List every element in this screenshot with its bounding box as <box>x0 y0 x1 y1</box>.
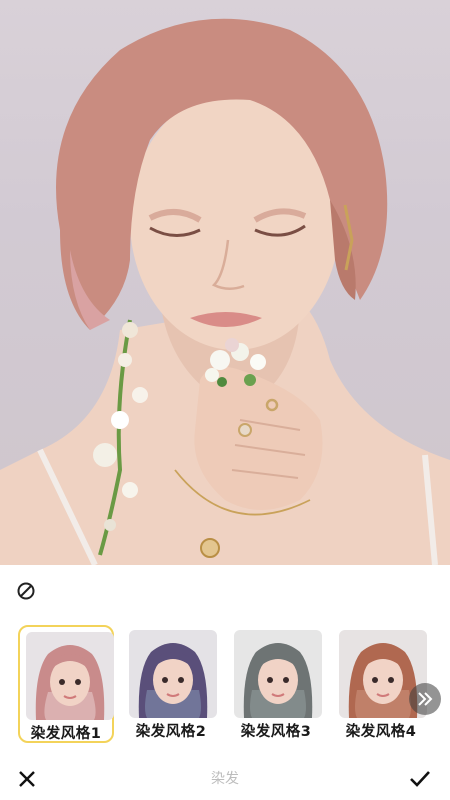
style-thumbnail <box>129 630 217 718</box>
style-label: 染发风格4 <box>345 724 417 740</box>
hair-dye-panel: 染发风格1 染发风格2 染发风格3 染发风格4 染发 <box>0 565 450 800</box>
style-card-2[interactable]: 染发风格2 <box>123 625 219 743</box>
style-label: 染发风格1 <box>30 726 102 742</box>
style-thumbnail <box>26 632 114 720</box>
portrait-image <box>0 18 450 565</box>
double-chevron-right-icon <box>418 692 433 706</box>
checkmark-icon <box>410 771 430 787</box>
no-effect-button[interactable] <box>16 581 36 601</box>
style-list: 染发风格1 染发风格2 染发风格3 染发风格4 <box>18 625 450 745</box>
photo-preview <box>0 0 450 565</box>
style-label: 染发风格2 <box>135 724 207 740</box>
more-styles-button[interactable] <box>409 683 441 715</box>
style-label: 染发风格3 <box>240 724 312 740</box>
no-effect-icon <box>17 582 35 600</box>
page-title: 染发 <box>211 771 239 787</box>
style-thumbnail <box>234 630 322 718</box>
bottom-toolbar: 染发 <box>0 760 450 800</box>
style-card-3[interactable]: 染发风格3 <box>228 625 324 743</box>
confirm-button[interactable] <box>408 767 432 791</box>
style-card-1[interactable]: 染发风格1 <box>18 625 114 743</box>
